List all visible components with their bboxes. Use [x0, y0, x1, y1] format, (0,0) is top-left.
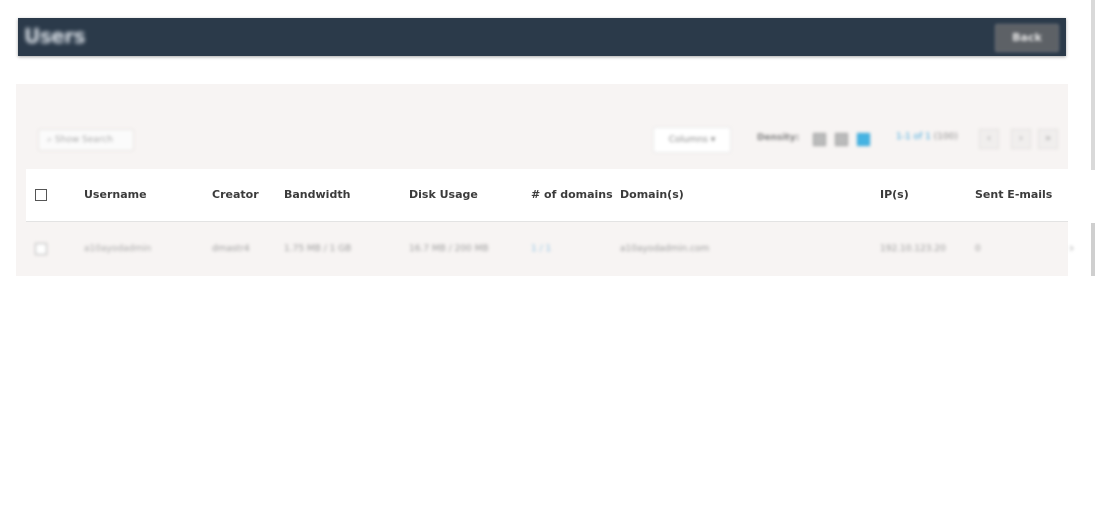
column-header-creator[interactable]: Creator [212, 188, 259, 201]
column-header-disk-usage[interactable]: Disk Usage [409, 188, 478, 201]
chevron-down-icon: ▾ [710, 135, 716, 145]
search-input[interactable]: ⌕ Show Search [38, 129, 134, 151]
column-header-ips[interactable]: IP(s) [880, 188, 909, 201]
page-scrollbar-thumb[interactable] [1091, 223, 1095, 276]
next-page-button[interactable]: › [1011, 129, 1031, 149]
table-row[interactable]: a10ayodadmin dmastr4 1.75 MB / 1 GB 16.7… [26, 223, 1074, 276]
cell-disk-usage: 16.7 MB / 200 MB [409, 244, 489, 254]
search-placeholder: Show Search [54, 135, 113, 145]
search-icon: ⌕ [47, 135, 55, 145]
column-header-domain-count[interactable]: # of domains [531, 188, 613, 201]
table-header: Username Creator Bandwidth Disk Usage # … [26, 169, 1068, 222]
page-title: Users [24, 24, 85, 48]
cell-sent-emails: 0 [975, 244, 981, 254]
select-all-checkbox[interactable] [35, 189, 47, 201]
columns-dropdown[interactable]: Columns ▾ [653, 127, 731, 153]
prev-page-button[interactable]: ‹ [979, 129, 999, 149]
column-header-domains[interactable]: Domain(s) [620, 188, 684, 201]
pagination-info: 1-1 of 1 (100) [896, 132, 958, 142]
last-page-button[interactable]: » [1038, 129, 1058, 149]
column-header-sent-emails[interactable]: Sent E-mails [975, 188, 1052, 201]
back-button[interactable]: Back [995, 24, 1059, 52]
pagination-range: 1-1 of 1 [896, 132, 931, 142]
cell-domain-count[interactable]: 1 / 1 [531, 244, 551, 254]
cell-username[interactable]: a10ayodadmin [84, 244, 151, 254]
columns-label: Columns [668, 135, 708, 145]
users-panel: ⌕ Show Search Columns ▾ Density: 1-1 of … [16, 84, 1074, 276]
column-header-username[interactable]: Username [84, 188, 147, 201]
density-normal-icon[interactable] [835, 133, 848, 146]
pagination-total: (100) [933, 132, 958, 142]
cell-creator: dmastr4 [212, 244, 250, 254]
cell-domains[interactable]: a10ayodadmin.com [620, 244, 709, 254]
cell-bandwidth: 1.75 MB / 1 GB [284, 244, 352, 254]
density-comfortable-icon[interactable] [857, 133, 870, 146]
page-header: Users Back [18, 18, 1066, 56]
row-checkbox[interactable] [35, 243, 47, 255]
page-scrollbar[interactable] [1091, 0, 1095, 170]
cell-ips: 192.10.123.20 [880, 244, 946, 254]
density-label: Density: [757, 133, 800, 143]
column-header-bandwidth[interactable]: Bandwidth [284, 188, 350, 201]
chevron-right-icon[interactable]: › [1069, 241, 1074, 255]
density-compact-icon[interactable] [813, 133, 826, 146]
